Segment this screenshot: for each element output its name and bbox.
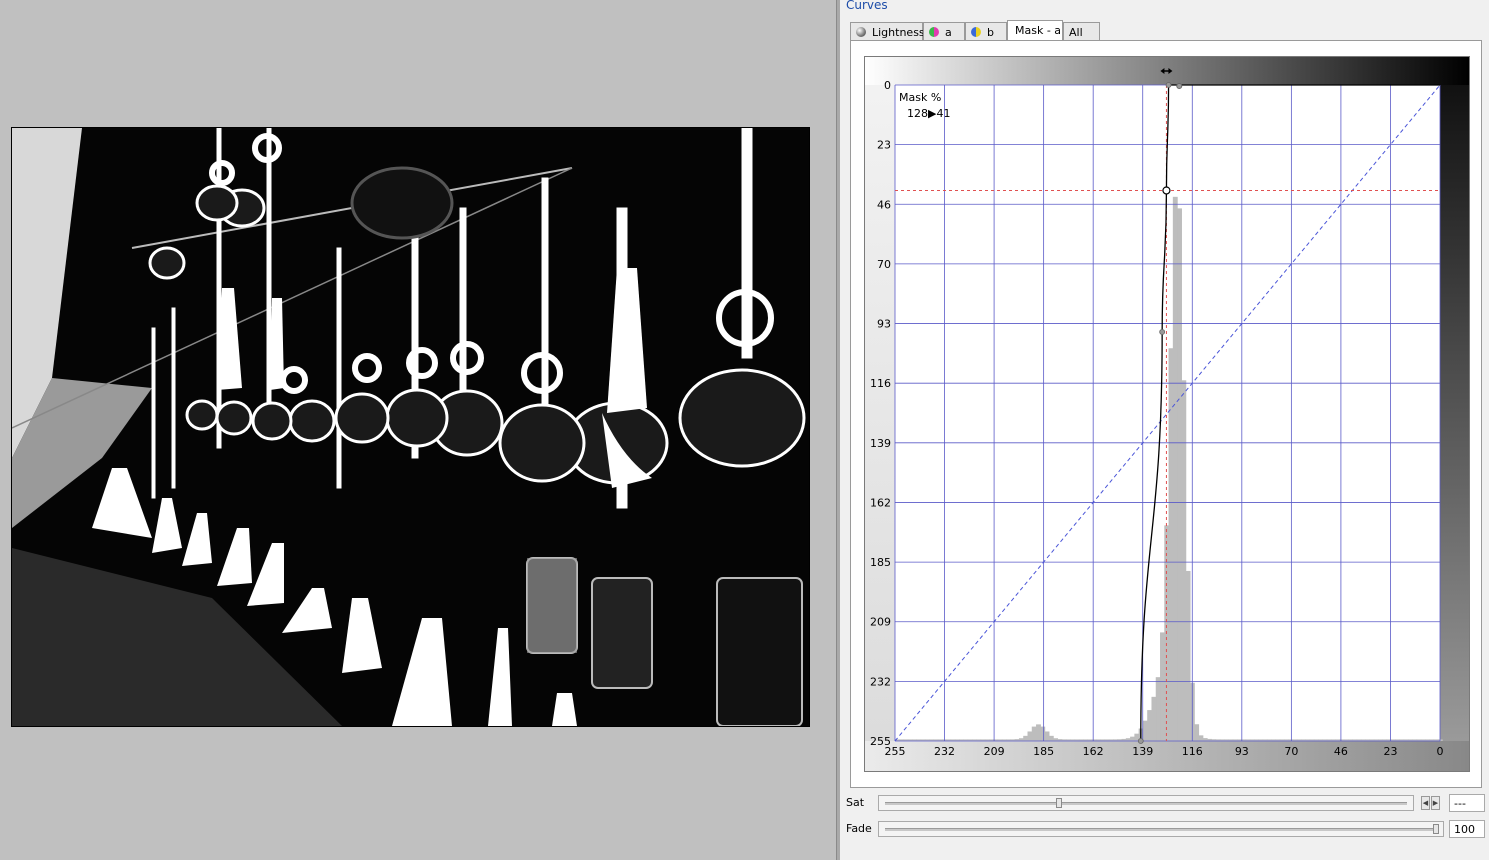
tab-label: All: [1069, 26, 1083, 39]
histogram-bar: [1198, 735, 1204, 741]
histogram-bar: [1130, 736, 1135, 741]
y-tick-label: 93: [877, 318, 891, 331]
right-gradient-bar: [1440, 85, 1469, 741]
y-tick-label: 0: [884, 79, 891, 92]
sat-label: Sat: [846, 796, 865, 809]
fade-value-field[interactable]: 100: [1449, 820, 1485, 838]
sat-value-field[interactable]: ---: [1449, 794, 1485, 812]
histogram-bar: [1155, 677, 1161, 741]
x-tick-label: 23: [1383, 745, 1397, 758]
curve-graph[interactable]: 023467093116139162185209232255 255 232 209…: [865, 57, 1469, 771]
histogram-bar: [1177, 208, 1182, 742]
histogram-bar: [1023, 735, 1029, 741]
histogram-bar: [1142, 720, 1148, 741]
x-tick-label: 232: [934, 745, 955, 758]
fade-label: Fade: [846, 822, 872, 835]
fade-slider-thumb[interactable]: [1433, 824, 1439, 834]
histogram-bar: [1027, 731, 1033, 741]
histogram-bar: [1160, 632, 1165, 741]
histogram-bar: [1040, 726, 1046, 741]
sat-decrement-button[interactable]: ◀: [1421, 796, 1430, 810]
sat-slider-thumb[interactable]: [1055, 798, 1062, 808]
tab-all[interactable]: All: [1063, 22, 1100, 40]
histogram-bar: [1018, 738, 1024, 741]
fade-slider-row: Fade 100: [840, 819, 1489, 839]
tab-a[interactable]: a: [923, 22, 965, 40]
y-tick-label: 70: [877, 258, 891, 271]
x-tick-label: 139: [1132, 745, 1153, 758]
x-tick-label: 209: [984, 745, 1005, 758]
x-tick-label: 70: [1284, 745, 1298, 758]
sat-slider-row: Sat ◀ ▶ ---: [840, 793, 1489, 813]
histogram-bar: [1194, 724, 1200, 741]
histogram-bar: [1151, 696, 1157, 741]
tab-label: Lightness: [872, 26, 925, 39]
sat-slider[interactable]: [878, 795, 1414, 811]
a-channel-icon: [929, 27, 939, 37]
sat-increment-button[interactable]: ▶: [1431, 796, 1440, 810]
tab-lightness[interactable]: Lightness: [850, 22, 925, 40]
histogram-bar: [1125, 738, 1131, 741]
histogram-bar: [1044, 731, 1050, 741]
x-tick-label: 162: [1083, 745, 1104, 758]
curve-editor[interactable]: 0 23 46 70 93 116 139 162 185 209 232 255 255 232 209…: [864, 56, 1470, 772]
x-tick-label: 46: [1334, 745, 1348, 758]
histogram-bar: [1147, 710, 1153, 741]
photo-image: [12, 128, 809, 726]
y-tick-label: 116: [870, 377, 891, 390]
y-tick-label: 139: [870, 437, 891, 450]
control-point[interactable]: [1137, 738, 1144, 744]
control-point[interactable]: [1165, 82, 1172, 88]
y-tick-label: 232: [870, 675, 891, 688]
left-gradient-bar: [865, 85, 895, 741]
tab-b[interactable]: b: [965, 22, 1007, 40]
fade-slider[interactable]: [878, 821, 1444, 837]
x-tick-label: 0: [1437, 745, 1444, 758]
histogram-bar: [1202, 738, 1208, 741]
tab-mask-a[interactable]: Mask - a: [1007, 20, 1063, 41]
panel-title: Curves: [846, 0, 888, 12]
x-tick-label: 93: [1235, 745, 1249, 758]
histogram-bar: [1031, 726, 1037, 741]
sat-slider-track: [885, 802, 1407, 805]
fade-slider-track: [885, 828, 1437, 831]
histogram-bar: [1048, 735, 1054, 741]
x-tick-label: 255: [885, 745, 906, 758]
photo-wind-chimes-preview: [11, 127, 810, 727]
y-tick-label: 46: [877, 198, 891, 211]
edge-control-point[interactable]: [1176, 83, 1183, 89]
b-channel-icon: [971, 27, 981, 37]
control-point[interactable]: [1159, 329, 1166, 335]
x-tick-label: 116: [1182, 745, 1203, 758]
lightness-sphere-icon: [856, 27, 866, 37]
tab-label: Mask - a: [1015, 24, 1062, 37]
x-tick-label: 185: [1033, 745, 1054, 758]
histogram-bar: [1172, 196, 1178, 741]
selected-control-point[interactable]: [1162, 186, 1171, 195]
tab-label: b: [987, 26, 994, 39]
input-gradient-bar: [865, 741, 1469, 771]
readout-label: Mask %: [899, 91, 941, 104]
y-tick-label: 23: [877, 139, 891, 152]
histogram-bar: [1181, 380, 1187, 741]
y-tick-label: 162: [870, 496, 891, 509]
histogram-bar: [1036, 724, 1041, 741]
y-tick-label: 209: [870, 616, 891, 629]
histogram-bar: [1185, 570, 1191, 741]
tab-label: a: [945, 26, 952, 39]
y-tick-label: 185: [870, 556, 891, 569]
readout-value: 128▶41: [907, 107, 950, 120]
image-canvas-area[interactable]: [0, 0, 836, 860]
histogram-bar: [1053, 738, 1059, 741]
